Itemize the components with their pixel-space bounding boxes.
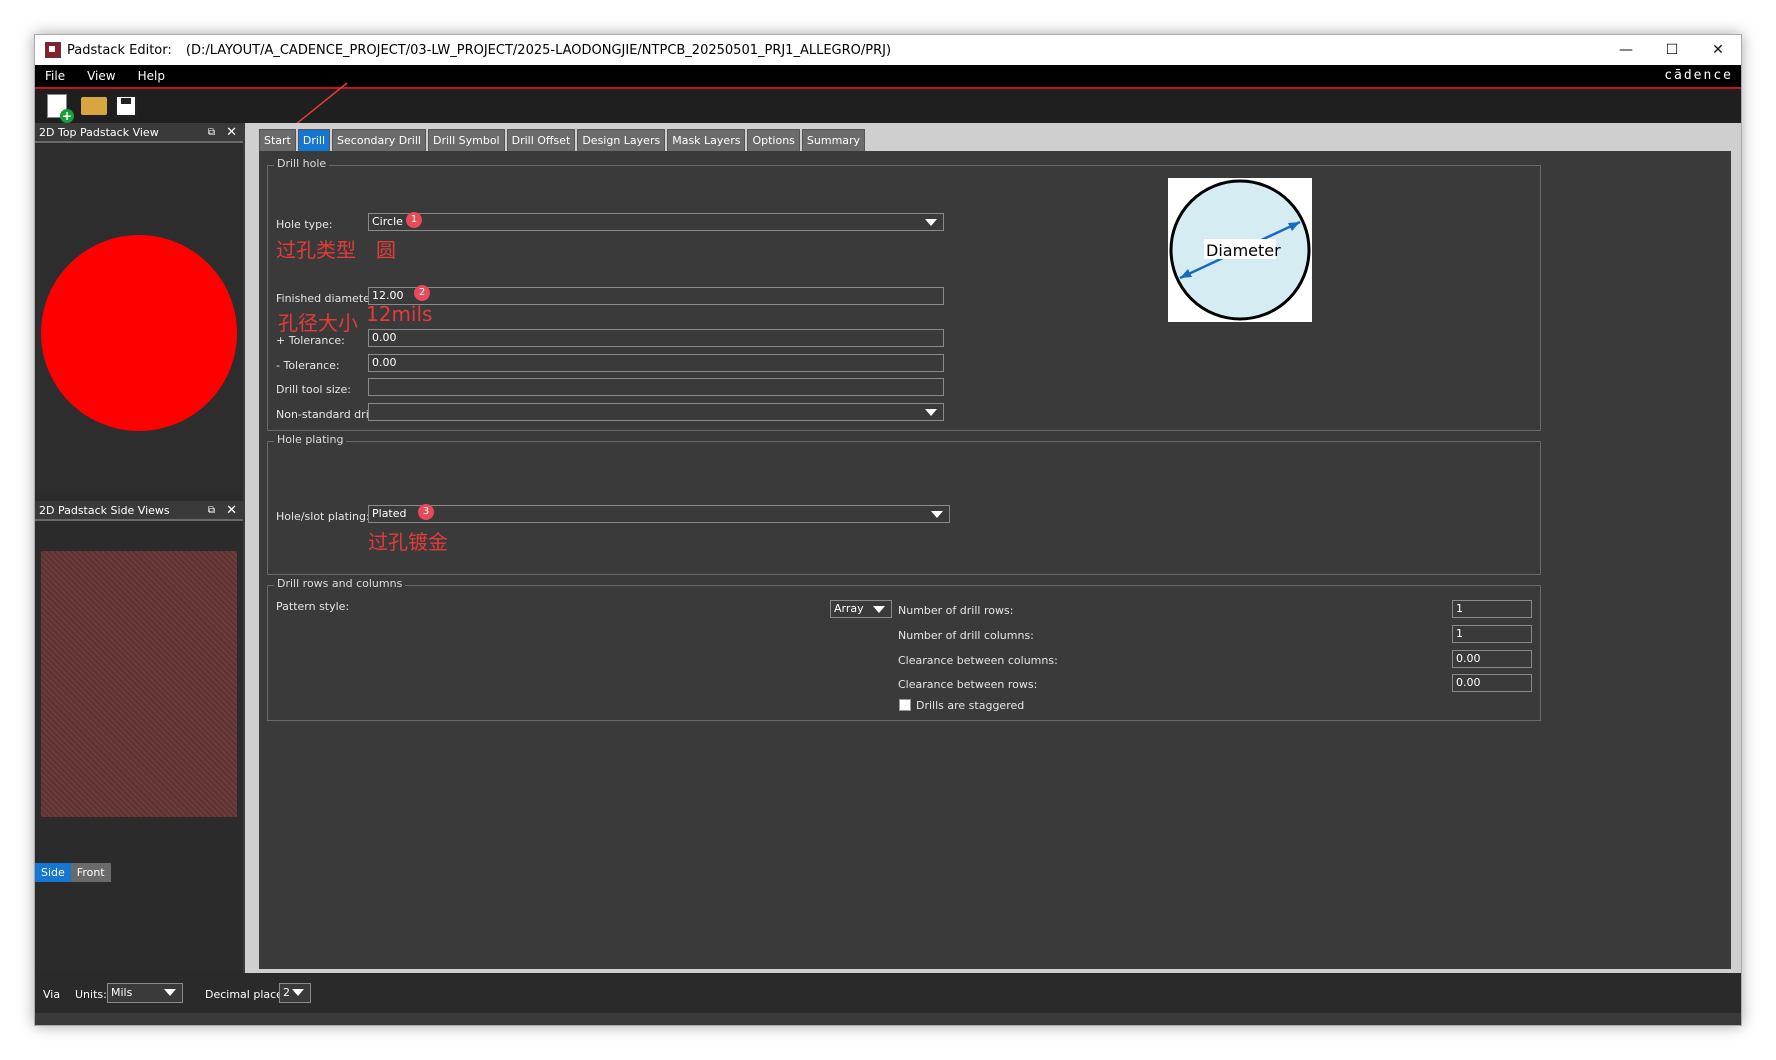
maximize-button[interactable]: ☐ <box>1649 35 1695 65</box>
drill-columns-label: Number of drill columns: <box>898 629 1034 642</box>
units-select[interactable]: Mils <box>107 983 183 1003</box>
padstack-type: Via <box>43 988 61 1001</box>
tolerance-minus-input[interactable]: 0.00 <box>368 354 944 372</box>
pad-shape <box>41 235 237 431</box>
units-label: Units: <box>75 988 107 1001</box>
tab-secondary-drill[interactable]: Secondary Drill <box>332 129 426 152</box>
pattern-style-select[interactable]: Array <box>830 600 892 618</box>
staggered-label: Drills are staggered <box>916 699 1025 712</box>
drill-hole-group: Drill hole Hole type: Circle 1 过孔类型 圆 Fi… <box>267 157 1541 431</box>
hole-slot-plating-label: Hole/slot plating: <box>276 510 370 523</box>
annotation-hole-type-cn: 过孔类型 <box>276 238 356 262</box>
annotation-plating-cn: 过孔镀金 <box>368 530 448 554</box>
float-icon[interactable]: ⧉ <box>208 505 215 516</box>
close-button[interactable]: ✕ <box>1695 35 1741 65</box>
diameter-diagram: Diameter <box>1168 178 1312 322</box>
tab-summary[interactable]: Summary <box>801 129 866 152</box>
pattern-style-label: Pattern style: <box>276 600 350 613</box>
padstack-editor-window: Padstack Editor: (D:/LAYOUT/A_CADENCE_PR… <box>34 34 1742 1026</box>
drill-rows-group: Drill rows and columns Pattern style: Ar… <box>267 577 1541 721</box>
decimal-places-select[interactable]: 2 <box>279 983 311 1003</box>
tab-drill-offset[interactable]: Drill Offset <box>506 129 576 152</box>
clearance-rows-input[interactable]: 0.00 <box>1452 674 1532 692</box>
drill-rows-label: Number of drill rows: <box>898 604 1014 617</box>
finished-diameter-label: Finished diameter: <box>276 292 378 305</box>
clearance-columns-input[interactable]: 0.00 <box>1452 650 1532 668</box>
top-view-title: 2D Top Padstack View <box>39 125 159 139</box>
hole-slot-plating-select[interactable]: Plated <box>368 505 950 523</box>
annotation-badge-3: 3 <box>418 504 434 520</box>
side-view-title: 2D Padstack Side Views <box>39 503 170 517</box>
non-standard-drill-label: Non-standard drill: <box>276 408 379 421</box>
tolerance-plus-input[interactable]: 0.00 <box>368 329 944 347</box>
side-view-header: 2D Padstack Side Views ⧉ ✕ <box>35 501 243 519</box>
tab-mask-layers[interactable]: Mask Layers <box>667 129 746 152</box>
main-panel: Start Drill Secondary Drill Drill Symbol… <box>251 123 1741 975</box>
annotation-circle-cn: 圆 <box>376 238 396 262</box>
finished-diameter-input[interactable]: 12.00 <box>368 287 944 305</box>
tab-bar: Start Drill Secondary Drill Drill Symbol… <box>259 129 867 152</box>
close-icon[interactable]: ✕ <box>226 503 237 518</box>
tab-drill[interactable]: Drill <box>297 129 331 152</box>
non-standard-drill-select[interactable] <box>368 403 944 421</box>
new-file-icon[interactable] <box>47 94 74 123</box>
tab-options[interactable]: Options <box>747 129 800 152</box>
annotation-badge-2: 2 <box>414 285 430 301</box>
window-path: (D:/LAYOUT/A_CADENCE_PROJECT/03-LW_PROJE… <box>185 42 892 58</box>
tab-drill-symbol[interactable]: Drill Symbol <box>427 129 505 152</box>
menu-help[interactable]: Help <box>138 69 165 83</box>
drill-tool-size-input[interactable] <box>368 378 944 396</box>
side-view-canvas <box>41 551 237 817</box>
tab-side[interactable]: Side <box>35 863 71 882</box>
title-bar: Padstack Editor: (D:/LAYOUT/A_CADENCE_PR… <box>35 35 1741 65</box>
float-icon[interactable]: ⧉ <box>208 127 215 138</box>
tolerance-plus-label: + Tolerance: <box>276 334 345 347</box>
cadence-logo: cādence <box>1664 68 1733 83</box>
minimize-button[interactable]: — <box>1603 35 1649 65</box>
clearance-rows-label: Clearance between rows: <box>898 678 1038 691</box>
hole-type-label: Hole type: <box>276 218 333 231</box>
hole-plating-title: Hole plating <box>274 433 347 446</box>
top-view-header: 2D Top Padstack View ⧉ ✕ <box>35 123 243 141</box>
staggered-checkbox[interactable] <box>899 699 911 711</box>
close-icon[interactable]: ✕ <box>226 125 237 140</box>
menu-file[interactable]: File <box>45 69 65 83</box>
window-title: Padstack Editor: <box>67 42 172 58</box>
hole-type-select[interactable]: Circle <box>368 213 944 231</box>
save-icon[interactable] <box>115 95 137 117</box>
annotation-diameter-cn: 孔径大小 <box>278 311 358 335</box>
tab-design-layers[interactable]: Design Layers <box>577 129 666 152</box>
tab-front[interactable]: Front <box>70 863 111 882</box>
drill-rows-input[interactable]: 1 <box>1452 600 1532 618</box>
status-bar: Via Units: Mils Decimal places: 2 <box>35 973 1741 1013</box>
annotation-badge-1: 1 <box>406 212 422 228</box>
annotation-mils: 12mils <box>366 302 433 326</box>
diameter-label: Diameter <box>1206 241 1281 260</box>
left-panel: 2D Top Padstack View ⧉ ✕ 2D Padstack Sid… <box>35 123 243 973</box>
menu-view[interactable]: View <box>87 69 115 83</box>
app-icon <box>45 42 61 58</box>
top-view-canvas <box>35 145 243 493</box>
open-folder-icon[interactable] <box>81 97 107 115</box>
tab-start[interactable]: Start <box>259 129 296 152</box>
hole-plating-group: Hole plating Hole/slot plating: Plated 3… <box>267 433 1541 575</box>
drill-tab-content: Drill hole Hole type: Circle 1 过孔类型 圆 Fi… <box>259 151 1731 969</box>
drill-hole-title: Drill hole <box>274 157 330 170</box>
clearance-columns-label: Clearance between columns: <box>898 654 1058 667</box>
drill-columns-input[interactable]: 1 <box>1452 625 1532 643</box>
drill-rows-title: Drill rows and columns <box>274 577 406 590</box>
side-view-tabs: Side Front <box>35 863 111 882</box>
drill-tool-size-label: Drill tool size: <box>276 383 352 396</box>
tolerance-minus-label: - Tolerance: <box>276 359 340 372</box>
